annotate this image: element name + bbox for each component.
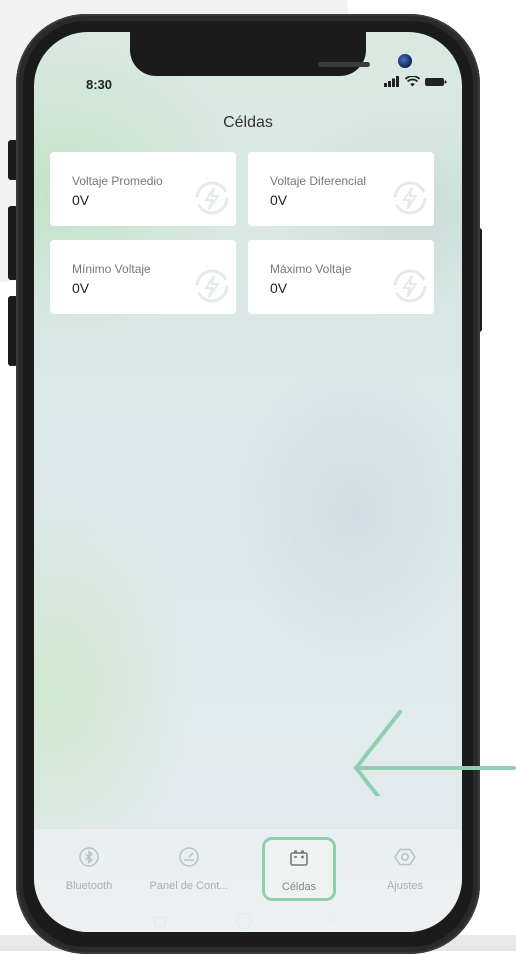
card-minimo-voltaje: Mínimo Voltaje 0V [50,240,236,314]
back-icon[interactable] [328,918,340,925]
tab-label: Céldas [281,881,317,893]
lightning-icon [393,269,427,303]
speaker-grille [318,62,370,67]
tab-ajustes[interactable]: Ajustes [360,845,450,892]
bottom-tab-bar: Bluetooth Panel de Cont... Céldas Ajuste… [34,828,462,932]
tab-label: Panel de Cont... [149,880,229,892]
bluetooth-icon [79,847,99,867]
battery-status-icon [425,77,447,86]
lightning-icon [195,181,229,215]
card-label: Voltaje Promedio [72,174,163,188]
pointer-arrow-icon [354,710,516,796]
card-label: Voltaje Diferencial [270,174,367,188]
tab-label: Bluetooth [65,880,113,892]
lightning-icon [195,269,229,303]
signal-icon [384,76,399,87]
card-value: 0V [270,192,288,208]
card-value: 0V [72,192,90,208]
status-icons [384,76,447,87]
recent-apps-icon[interactable] [154,917,166,927]
card-maximo-voltaje: Máximo Voltaje 0V [248,240,434,314]
wifi-icon [405,76,420,87]
card-value: 0V [72,280,90,296]
lightning-icon [393,181,427,215]
notch [130,32,412,76]
settings-icon [394,848,416,866]
battery-icon [290,850,308,866]
tab-celdas[interactable]: Céldas [262,837,336,901]
status-time: 8:30 [86,77,113,92]
card-voltaje-promedio: Voltaje Promedio 0V [50,152,236,226]
home-icon[interactable] [236,913,252,929]
tab-panel-de-control[interactable]: Panel de Cont... [144,845,234,892]
card-label: Máximo Voltaje [270,262,352,276]
page-title: Céldas [223,114,273,131]
gauge-icon [179,847,199,867]
tab-label: Ajustes [386,880,424,892]
tab-bluetooth[interactable]: Bluetooth [44,845,134,892]
card-value: 0V [270,280,288,296]
card-voltaje-diferencial: Voltaje Diferencial 0V [248,152,434,226]
phone-screen: 8:30 Céldas Voltaje Promedio 0V Voltaje … [34,32,462,932]
phone-frame: 8:30 Céldas Voltaje Promedio 0V Voltaje … [16,14,480,954]
card-label: Mínimo Voltaje [72,262,151,276]
front-camera [398,54,412,68]
